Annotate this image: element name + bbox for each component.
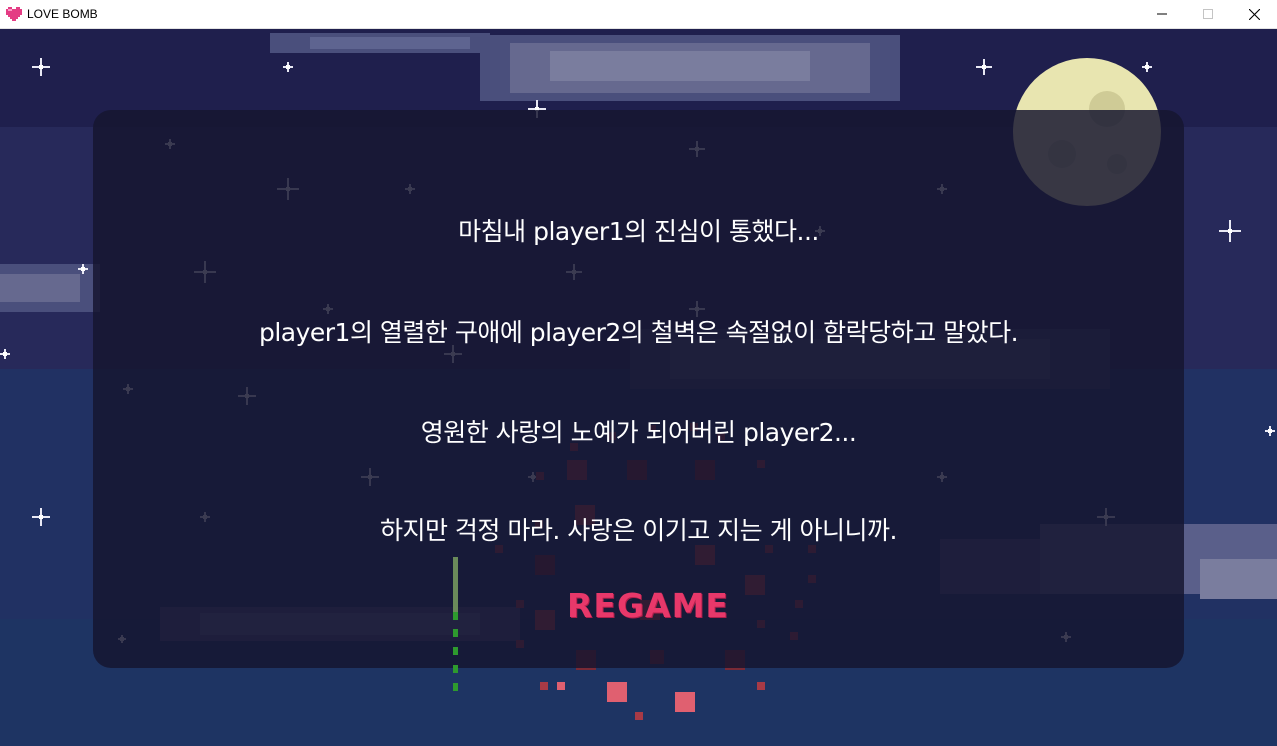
firework-particle <box>635 712 643 720</box>
minimize-button[interactable] <box>1139 0 1185 28</box>
firework-particle <box>607 682 627 702</box>
ending-line-3: 영원한 사랑의 노예가 되어버린 player2... <box>420 418 857 447</box>
bomb-fuse <box>453 557 458 691</box>
regame-button[interactable]: REGAME <box>548 580 748 630</box>
close-button[interactable] <box>1231 0 1277 28</box>
close-icon <box>1248 8 1260 20</box>
maximize-button[interactable] <box>1185 0 1231 28</box>
firework-particle <box>757 682 765 690</box>
title-bar[interactable]: LOVE BOMB <box>0 0 1277 29</box>
maximize-icon <box>1203 9 1213 19</box>
ending-line-2: player1의 열렬한 구애에 player2의 철벽은 속절없이 함락당하고… <box>258 318 1019 347</box>
minimize-icon <box>1157 13 1167 15</box>
window-title: LOVE BOMB <box>27 7 98 21</box>
pixel-heart-icon <box>6 7 22 21</box>
firework-particle <box>540 682 548 690</box>
game-window: LOVE BOMB 마침내 player1의 진심이 통했다... player… <box>0 0 1277 746</box>
ending-line-1: 마침내 player1의 진심이 통했다... <box>458 217 819 246</box>
firework-particle <box>557 682 565 690</box>
firework-particle <box>675 692 695 712</box>
ending-line-4: 하지만 걱정 마라. 사랑은 이기고 지는 게 아니니까. <box>379 516 898 545</box>
